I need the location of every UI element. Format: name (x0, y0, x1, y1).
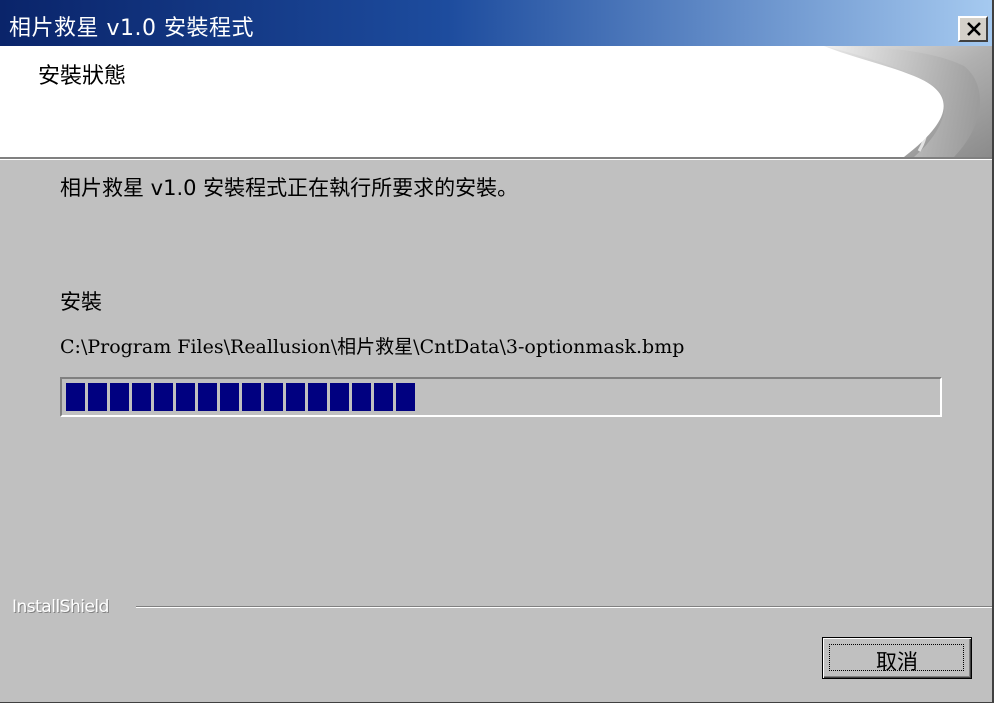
cancel-button[interactable]: 取消 (822, 637, 972, 679)
header-title: 安裝狀態 (38, 64, 127, 89)
progress-block (132, 383, 151, 411)
progress-block (330, 383, 349, 411)
action-label: 安裝 (60, 290, 102, 314)
installshield-brand: InstallShield (12, 597, 109, 617)
progress-block (220, 383, 239, 411)
progress-block (110, 383, 129, 411)
close-icon (967, 22, 981, 36)
close-button[interactable] (958, 16, 988, 42)
progress-block (176, 383, 195, 411)
footer-divider (136, 606, 992, 608)
progress-block (264, 383, 283, 411)
progress-block (88, 383, 107, 411)
title-bar[interactable]: 相片救星 v1.0 安裝程式 (0, 0, 992, 46)
progress-block (242, 383, 261, 411)
progress-block (198, 383, 217, 411)
current-file-path: C:\Program Files\Reallusion\相片救星\CntData… (60, 336, 685, 358)
progress-bar (60, 377, 942, 417)
cancel-button-label: 取消 (876, 650, 918, 674)
progress-block (154, 383, 173, 411)
progress-block (396, 383, 415, 411)
progress-block (352, 383, 371, 411)
progress-block (374, 383, 393, 411)
header-panel: 安裝狀態 (0, 46, 992, 157)
header-divider (0, 157, 992, 160)
installer-window: 相片救星 v1.0 安裝程式 安裝狀態 相片救星 v1.0 安裝程式正在執行所要… (0, 0, 994, 703)
progress-fill (66, 383, 936, 411)
progress-block (66, 383, 85, 411)
progress-block (308, 383, 327, 411)
status-message: 相片救星 v1.0 安裝程式正在執行所要求的安裝。 (60, 176, 519, 200)
progress-block (286, 383, 305, 411)
window-title: 相片救星 v1.0 安裝程式 (9, 16, 254, 41)
page-curl-graphic (824, 46, 992, 157)
